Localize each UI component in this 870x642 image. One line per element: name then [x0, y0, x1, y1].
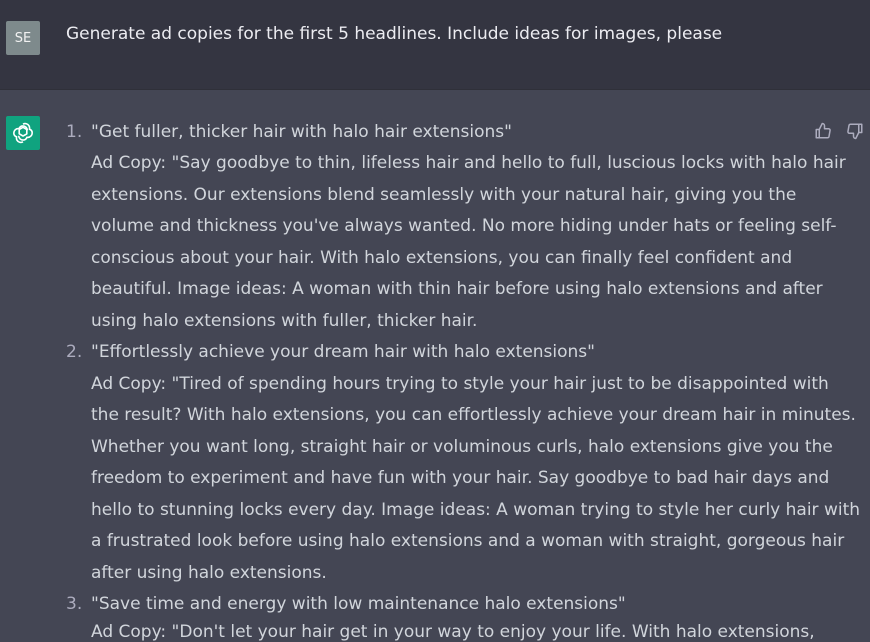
list-number: 1.: [66, 122, 83, 142]
openai-logo-icon: [6, 116, 40, 150]
user-avatar: SE: [6, 21, 40, 55]
ad-copy-line: Ad Copy: "Say goodbye to thin, lifeless …: [91, 153, 846, 173]
thumbs-down-icon[interactable]: [845, 121, 865, 141]
headline-1: "Get fuller, thicker hair with halo hair…: [91, 122, 512, 142]
ad-copy-line: freedom to experiment and have fun with …: [91, 468, 830, 488]
thumbs-up-icon[interactable]: [813, 121, 833, 141]
ad-copy-line: extensions. Our extensions blend seamles…: [91, 185, 797, 205]
ad-copy-line: hello to stunning locks every day. Image…: [91, 500, 861, 520]
headline-3: "Save time and energy with low maintenan…: [91, 594, 626, 614]
list-number: 2.: [66, 342, 83, 362]
ad-copy-line: Ad Copy: "Don't let your hair get in you…: [91, 622, 815, 642]
ad-copy-line: beautiful. Image ideas: A woman with thi…: [91, 279, 823, 299]
ad-copy-line: the result? With halo extensions, you ca…: [91, 405, 856, 425]
headline-2: "Effortlessly achieve your dream hair wi…: [91, 342, 595, 362]
ad-copy-line: Whether you want long, straight hair or …: [91, 437, 833, 457]
user-message-row: SE Generate ad copies for the first 5 he…: [0, 0, 870, 90]
ad-copy-line: using halo extensions with fuller, thick…: [91, 311, 478, 331]
ad-copy-line: a frustrated look before using halo exte…: [91, 531, 845, 551]
ad-copy-line: after using halo extensions.: [91, 563, 327, 583]
user-message-text: Generate ad copies for the first 5 headl…: [66, 24, 723, 44]
ad-copy-line: Ad Copy: "Tired of spending hours trying…: [91, 374, 829, 394]
ad-copy-line: volume and thickness you've always wante…: [91, 216, 837, 236]
assistant-message-row: 1. "Get fuller, thicker hair with halo h…: [0, 90, 870, 642]
ad-copy-line: conscious about your hair. With halo ext…: [91, 248, 793, 268]
list-number: 3.: [66, 594, 83, 614]
